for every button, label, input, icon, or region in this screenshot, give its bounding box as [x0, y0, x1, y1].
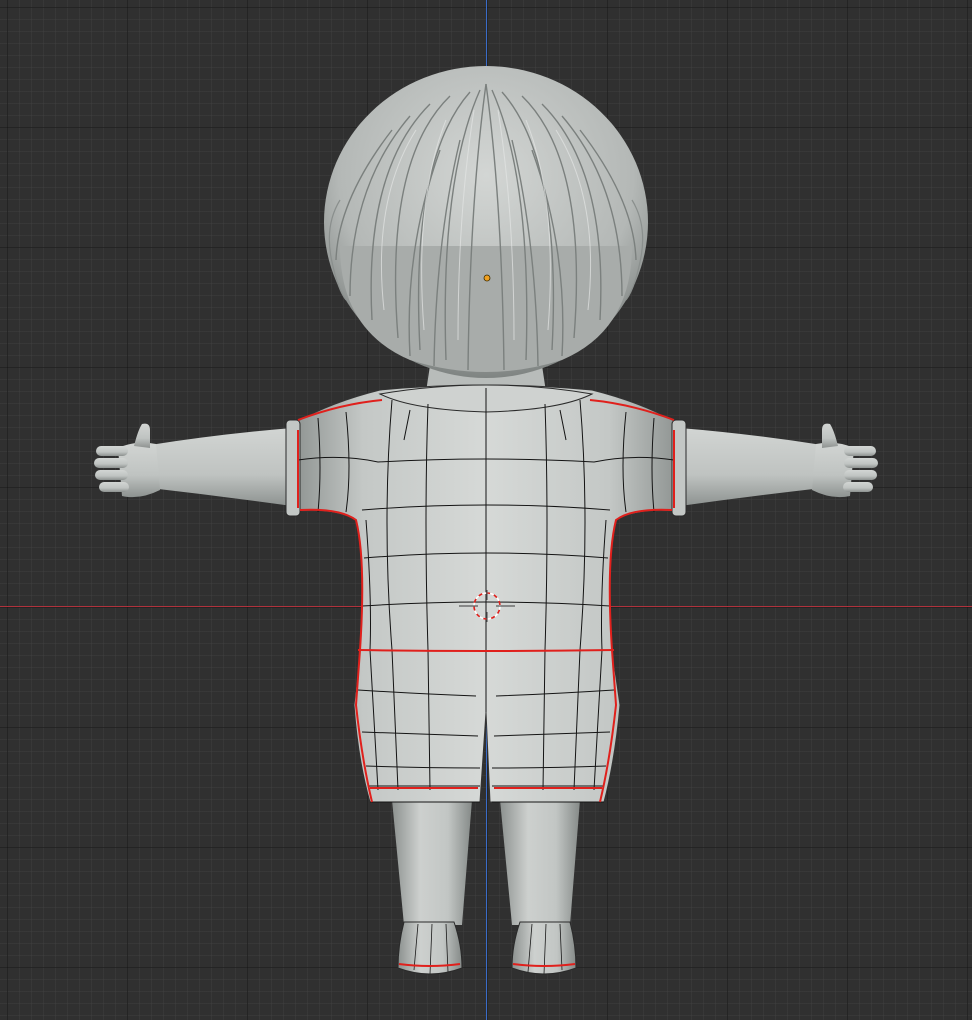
hair — [324, 66, 648, 378]
right-hand — [812, 423, 878, 498]
left-leg — [392, 800, 472, 925]
left-hand — [94, 423, 160, 498]
3d-viewport[interactable] — [0, 0, 972, 1020]
right-arm — [680, 428, 822, 506]
right-leg — [500, 800, 580, 925]
left-arm — [150, 428, 292, 506]
object-origin-point[interactable] — [483, 274, 491, 282]
character-model[interactable] — [0, 0, 972, 1020]
